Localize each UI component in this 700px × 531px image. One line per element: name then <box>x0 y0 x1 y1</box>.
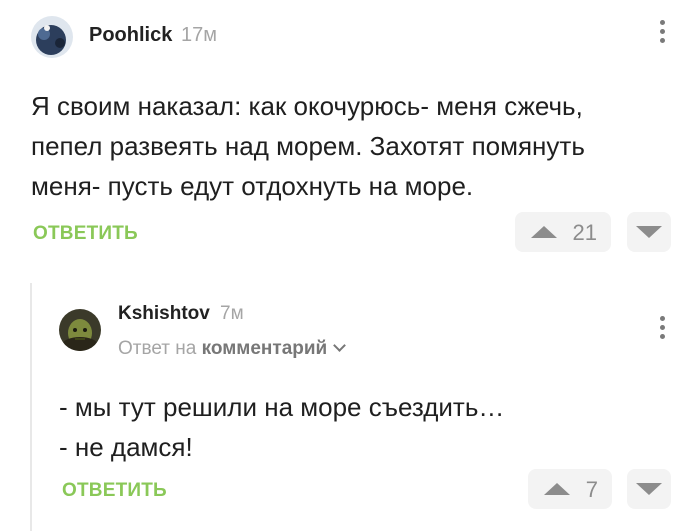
triangle-up-icon <box>531 226 557 238</box>
comment-line: меня- пусть едут отдохнуть на море. <box>31 171 474 201</box>
upvote-button[interactable]: 21 <box>515 212 611 252</box>
reply-context-target: комментарий <box>201 338 328 359</box>
chevron-down-icon <box>333 339 347 352</box>
triangle-up-icon <box>544 483 570 495</box>
author-name[interactable]: Kshishtov <box>118 303 210 325</box>
comment-line: - не дамся! <box>59 432 193 462</box>
triangle-down-icon <box>636 226 662 238</box>
downvote-button[interactable] <box>627 469 671 509</box>
reply-context[interactable]: Ответ на комментарий <box>118 338 347 360</box>
vertical-dots-icon[interactable] <box>656 316 668 346</box>
reply-comment: Kshishtov 7м Ответ на комментарий - мы т… <box>0 280 700 531</box>
timestamp: 7м <box>220 303 244 324</box>
vertical-dots-icon[interactable] <box>656 20 668 50</box>
reply-button[interactable]: ОТВЕТИТЬ <box>33 223 138 245</box>
upvote-button[interactable]: 7 <box>528 469 612 509</box>
reply-button[interactable]: ОТВЕТИТЬ <box>62 480 167 502</box>
comment: Poohlick 17м Я своим наказал: как окочур… <box>0 0 700 270</box>
comment-text: Я своим наказал: как окочурюсь- меня сже… <box>31 86 671 206</box>
avatar[interactable] <box>59 309 101 351</box>
comment-line: - мы тут решили на море съездить… <box>59 392 505 422</box>
comment-text: - мы тут решили на море съездить… - не д… <box>59 387 669 467</box>
author-name[interactable]: Poohlick <box>89 24 172 47</box>
rating-count: 7 <box>585 477 598 502</box>
downvote-button[interactable] <box>627 212 671 252</box>
comment-line: Я своим наказал: как окочурюсь- меня сже… <box>31 91 583 121</box>
reply-context-prefix: Ответ на <box>118 338 197 359</box>
comment-line: пепел развеять над морем. Захотят помяну… <box>31 131 585 161</box>
timestamp: 17м <box>181 24 217 46</box>
rating-count: 21 <box>572 220 597 245</box>
avatar[interactable] <box>31 16 73 58</box>
triangle-down-icon <box>636 483 662 495</box>
